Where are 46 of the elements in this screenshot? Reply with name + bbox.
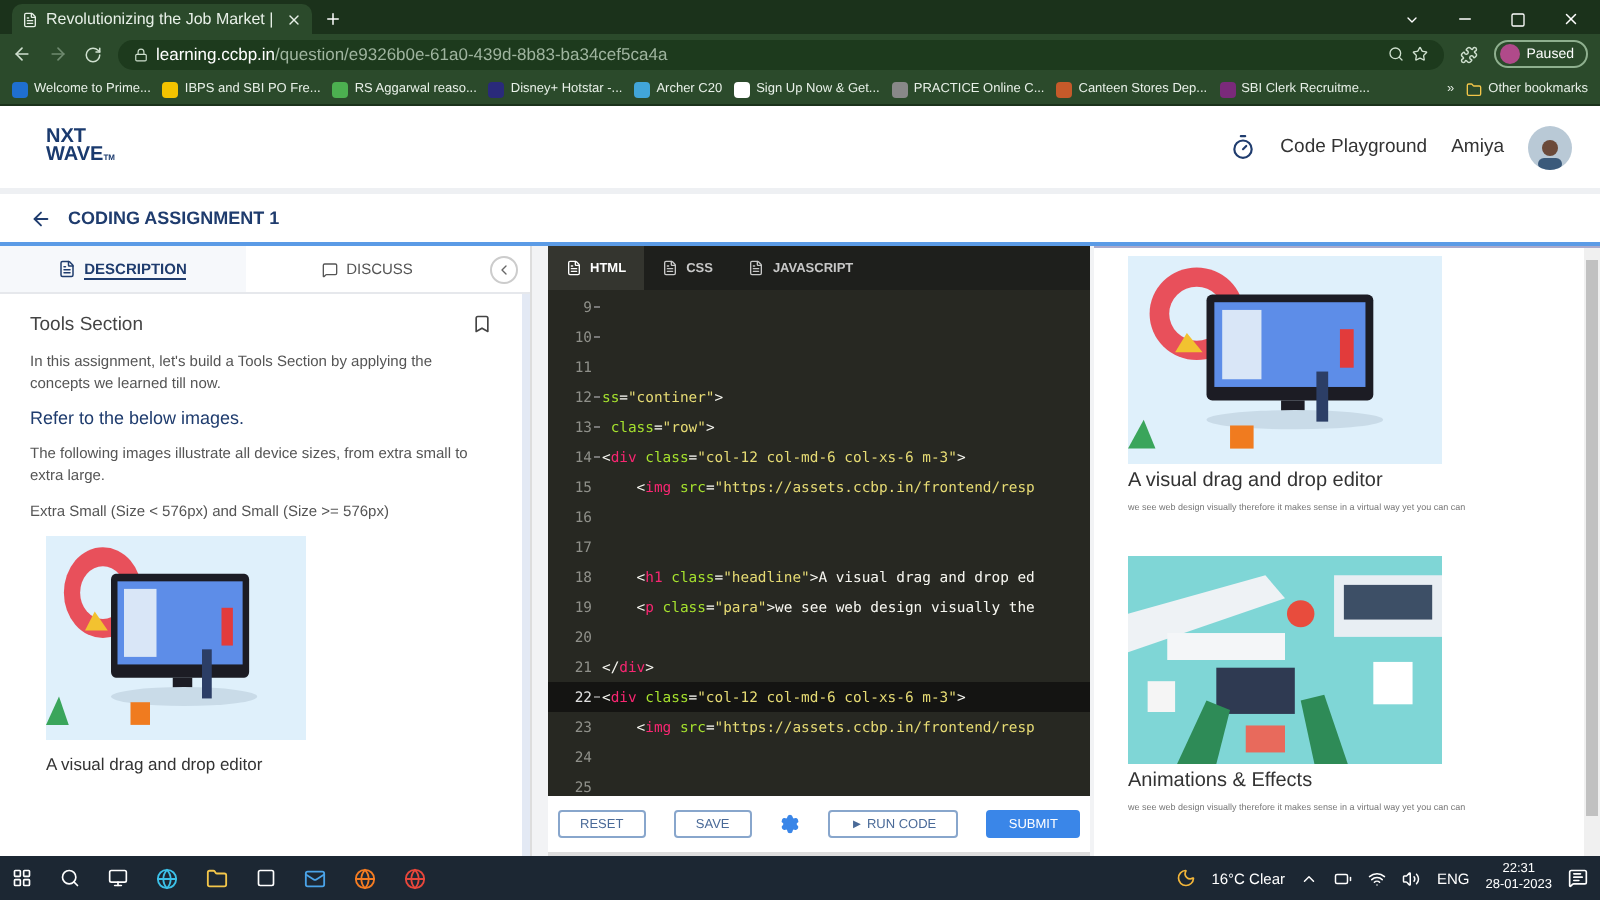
volume-icon[interactable] [1402, 869, 1421, 887]
wifi-icon[interactable] [1368, 869, 1387, 887]
notifications-icon[interactable] [1568, 868, 1588, 888]
chevron-left-icon [496, 261, 512, 277]
timer-icon[interactable] [1230, 134, 1257, 160]
file-icon [566, 260, 582, 276]
reload-icon[interactable] [84, 45, 102, 63]
user-avatar[interactable] [1528, 125, 1572, 169]
section-heading: Tools Section [30, 314, 144, 336]
card-title: A visual drag and drop editor [1128, 470, 1385, 492]
back-icon[interactable] [12, 44, 32, 64]
chat-icon [322, 261, 339, 277]
address-bar[interactable]: learning.ccbp.in/question/e9326b0e-61a0-439d-8b83-ba34cef5ca4a [118, 39, 1445, 69]
settings-icon[interactable] [780, 814, 800, 834]
maximize-icon[interactable] [1510, 11, 1526, 27]
close-icon[interactable] [286, 11, 302, 27]
user-name: Amiya [1451, 136, 1504, 158]
document-icon [58, 260, 77, 278]
browser-icon[interactable] [156, 867, 178, 889]
file-icon [662, 260, 679, 276]
star-icon[interactable] [1412, 46, 1429, 62]
page-icon [22, 11, 38, 27]
new-tab-icon[interactable] [324, 10, 342, 28]
mail-icon[interactable] [304, 867, 326, 889]
start-icon[interactable] [12, 868, 32, 888]
search-icon[interactable] [1388, 46, 1405, 62]
scrollbar[interactable] [1584, 248, 1600, 856]
code-playground-link[interactable]: Code Playground [1280, 136, 1428, 158]
assignment-title: CODING ASSIGNMENT 1 [68, 208, 280, 228]
moon-icon [1175, 868, 1196, 888]
browser-tab[interactable]: Revolutionizing the Job Market | [12, 4, 312, 34]
forward-icon[interactable] [48, 44, 68, 64]
browser-icon[interactable] [354, 867, 376, 889]
extensions-icon[interactable] [1460, 45, 1479, 63]
image-caption: A visual drag and drop editor [46, 754, 265, 774]
folder-icon[interactable] [206, 867, 228, 889]
back-icon[interactable] [30, 207, 52, 229]
card-title: Animations & Effects [1128, 770, 1315, 792]
subheading: Refer to the below images. [30, 408, 247, 428]
battery-icon[interactable] [1334, 869, 1353, 887]
task-view-icon[interactable] [108, 868, 128, 888]
bookmark-icon[interactable] [472, 314, 492, 334]
folder-icon [1466, 81, 1483, 97]
lock-icon [134, 47, 148, 61]
file-icon [748, 260, 765, 276]
browser-icon[interactable] [404, 867, 426, 889]
